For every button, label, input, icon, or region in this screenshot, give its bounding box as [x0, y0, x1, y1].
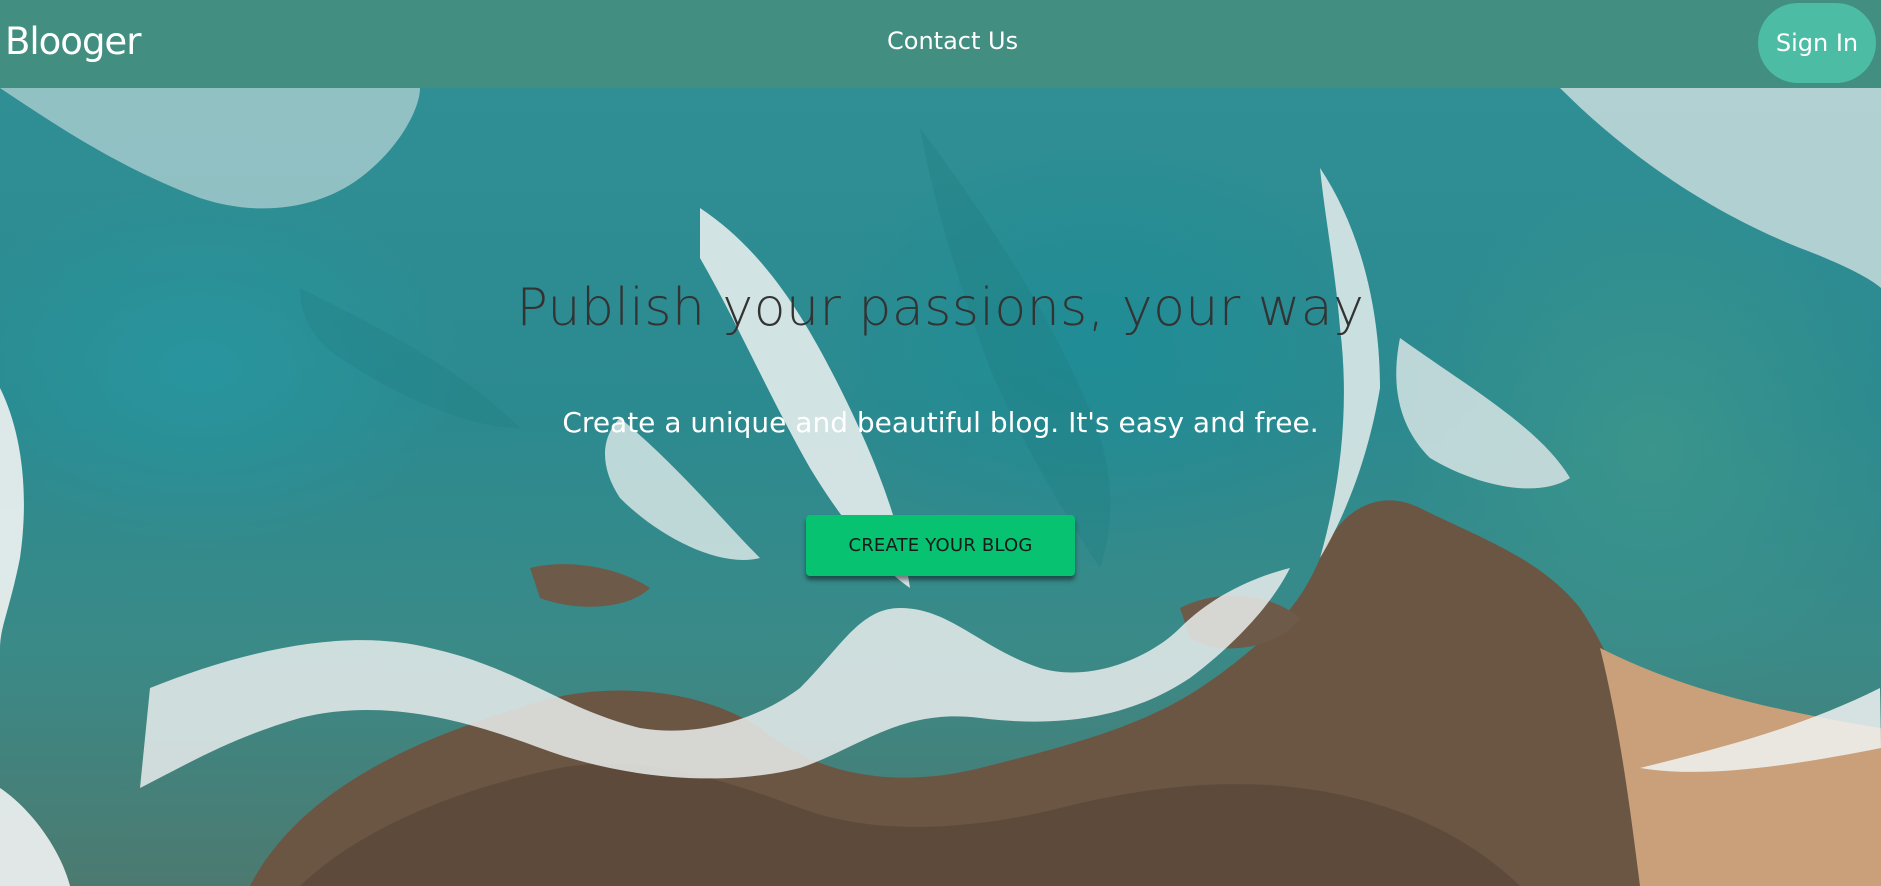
top-navbar: Blooger Contact Us Sign In	[0, 0, 1881, 88]
brand-logo[interactable]: Blooger	[5, 20, 141, 63]
hero-headline: Publish your passions, your way	[516, 278, 1365, 338]
hero-subheadline: Create a unique and beautiful blog. It's…	[562, 406, 1319, 439]
hero-section: Publish your passions, your way Create a…	[0, 88, 1881, 886]
sign-in-button[interactable]: Sign In	[1758, 3, 1876, 83]
contact-us-link[interactable]: Contact Us	[887, 27, 1018, 55]
create-your-blog-button[interactable]: CREATE YOUR BLOG	[806, 515, 1075, 576]
hero-background-image	[0, 88, 1881, 886]
